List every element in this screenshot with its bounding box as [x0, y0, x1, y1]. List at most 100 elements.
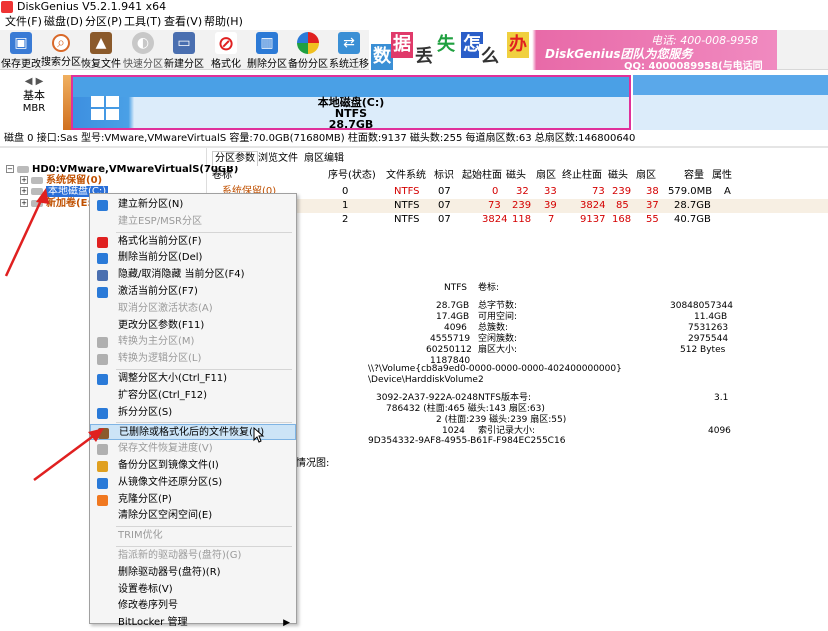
- col-header[interactable]: 终止柱面: [562, 169, 602, 183]
- collapse-icon[interactable]: −: [6, 165, 14, 173]
- format-icon: [97, 236, 108, 248]
- tree-item-new-volume-e[interactable]: + 新加卷(E:): [20, 198, 96, 210]
- menu-item-label: 调整分区大小(Ctrl_F11): [118, 373, 228, 384]
- detail-sector-size: 512 Bytes: [680, 345, 726, 355]
- expand-icon[interactable]: +: [20, 176, 28, 184]
- menu-file[interactable]: 文件(F): [5, 14, 42, 30]
- window-title: DiskGenius V5.2.1.941 x64: [17, 0, 167, 13]
- disk-icon: [17, 165, 29, 173]
- partition-block-c[interactable]: 本地磁盘(C:) NTFS 28.7GB: [71, 75, 631, 130]
- detail-guid: 9D354332-9AF8-4955-B61F-F984EC255C16: [368, 436, 566, 446]
- new-partition-button[interactable]: ▭ 新建分区: [164, 31, 204, 70]
- partition-block-system-reserved[interactable]: [63, 75, 71, 130]
- menu-item-label: 指派新的驱动器号(盘符)(G): [118, 550, 242, 561]
- partition-c-size: 28.7GB: [328, 118, 374, 131]
- menu-item-label: 取消分区激活状态(A): [118, 302, 213, 314]
- expand-icon[interactable]: +: [20, 187, 28, 195]
- disk-nav-arrows[interactable]: ◀ ▶: [14, 76, 54, 87]
- banner-char: 办: [507, 32, 529, 58]
- cell-start-head: 239: [512, 200, 532, 211]
- menu-item[interactable]: 激活当前分区(F7): [90, 284, 296, 300]
- search-partition-button[interactable]: ⌕ 搜索分区: [41, 31, 81, 69]
- format-icon: ⊘: [215, 32, 237, 54]
- banner-qq: QQ: 4000089958(与电话同号): [624, 61, 763, 70]
- menu-item-label: 修改卷序列号: [118, 600, 178, 612]
- menu-item[interactable]: 备份分区到镜像文件(I): [90, 458, 296, 474]
- table-row[interactable]: 1 NTFS 07 73 239 39 3824 85 37 28.7GB: [210, 199, 828, 213]
- cell-end-head: 168: [612, 214, 632, 225]
- menu-item[interactable]: BitLocker 管理 ▶: [90, 615, 296, 631]
- menu-item-label: 建立新分区(N): [118, 199, 184, 210]
- col-header[interactable]: 卷标: [212, 169, 232, 183]
- menu-item-label: 已删除或格式化后的文件恢复(U): [119, 427, 265, 439]
- menu-item[interactable]: 删除当前分区(Del): [90, 250, 296, 266]
- detail-volume-label: 卷标:: [478, 283, 500, 293]
- col-header[interactable]: 扇区: [636, 169, 656, 183]
- cell-end-head: 85: [616, 200, 629, 211]
- col-header[interactable]: 属性: [712, 169, 732, 183]
- detail-ntfs-version: 3.1: [714, 393, 729, 403]
- menu-partition[interactable]: 分区(P): [85, 14, 122, 30]
- table-row[interactable]: 系统保留(0) 0 NTFS 07 0 32 33 73 239 38 579.…: [210, 185, 828, 199]
- mouse-cursor-icon: [253, 427, 265, 443]
- cell-start-sector: 7: [548, 214, 555, 225]
- menu-item[interactable]: 删除驱动器号(盘符)(R): [90, 565, 296, 581]
- menu-item[interactable]: 格式化当前分区(F): [90, 234, 296, 250]
- menu-tools[interactable]: 工具(T): [124, 14, 161, 30]
- menu-item-label: 格式化当前分区(F): [118, 235, 202, 247]
- tree-disk-label: HD0:VMware,VMwareVirtualS(70GB): [32, 164, 239, 175]
- menu-item[interactable]: 隐藏/取消隐藏 当前分区(F4): [90, 267, 296, 283]
- menu-item[interactable]: 修改卷序列号: [90, 598, 296, 614]
- menu-item[interactable]: 建立新分区(N): [90, 197, 296, 213]
- col-header[interactable]: 磁头: [608, 169, 628, 183]
- context-menu: 建立新分区(N) 建立ESP/MSR分区 格式化当前分区(F) 删除当前分区(Del)…: [89, 193, 297, 628]
- tab-browse-files[interactable]: 浏览文件: [258, 152, 298, 166]
- menu-disk[interactable]: 磁盘(D): [44, 14, 83, 30]
- quick-partition-button[interactable]: ◐ 快速分区: [123, 31, 163, 70]
- cell-end-sector: 38: [646, 186, 659, 197]
- menu-help[interactable]: 帮助(H): [204, 14, 243, 30]
- tab-sector-edit[interactable]: 扇区编辑: [304, 152, 344, 166]
- activate-icon: [97, 287, 108, 298]
- menu-item[interactable]: 设置卷标(V): [90, 582, 296, 598]
- col-header[interactable]: 起始柱面: [462, 169, 502, 183]
- recover-icon: [98, 428, 109, 440]
- menu-item[interactable]: 扩容分区(Ctrl_F12): [90, 388, 296, 404]
- ad-banner[interactable]: 数 据 丢 失 怎 么 办 DiskGenius团队为您服务 电话: 400-0…: [369, 30, 777, 70]
- recover-files-button[interactable]: ▲ 恢复文件: [81, 31, 121, 70]
- col-header[interactable]: 文件系统: [386, 169, 426, 183]
- backup-icon: [297, 32, 319, 54]
- system-migration-button[interactable]: ⇄ 系统迁移: [329, 31, 369, 70]
- menu-item[interactable]: 调整分区大小(Ctrl_F11): [90, 371, 296, 387]
- format-button[interactable]: ⊘ 格式化: [207, 31, 245, 70]
- col-header[interactable]: 序号(状态): [328, 169, 376, 183]
- col-header[interactable]: 标识: [434, 169, 454, 183]
- backup-icon: [97, 461, 108, 472]
- menu-view[interactable]: 查看(V): [164, 14, 202, 30]
- table-row[interactable]: 2 NTFS 07 3824 118 7 9137 168 55 40.7GB: [210, 213, 828, 227]
- search-icon: ⌕: [52, 34, 70, 52]
- col-header[interactable]: 扇区: [536, 169, 556, 183]
- col-header[interactable]: 磁头: [506, 169, 526, 183]
- partition-block-e[interactable]: [633, 75, 828, 130]
- banner-char: 么: [479, 44, 501, 70]
- menu-item[interactable]: 从镜像文件还原分区(S): [90, 475, 296, 491]
- menu-item[interactable]: 拆分分区(S): [90, 405, 296, 421]
- menu-item[interactable]: 已删除或格式化后的文件恢复(U): [90, 424, 296, 441]
- menu-item-label: BitLocker 管理: [118, 617, 188, 629]
- delete-partition-button[interactable]: ▥ 删除分区: [247, 31, 287, 70]
- cell-start-head: 118: [512, 214, 532, 225]
- save-changes-button[interactable]: ▣ 保存更改: [1, 31, 41, 70]
- cell-num: 2: [342, 214, 349, 225]
- cell-capacity: 579.0MB: [668, 186, 713, 197]
- menu-item[interactable]: 清除分区空闲空间(E): [90, 508, 296, 524]
- backup-partition-button[interactable]: 备份分区: [288, 31, 328, 70]
- delete-icon: [97, 253, 108, 265]
- col-header[interactable]: 容量: [684, 169, 704, 183]
- expand-icon[interactable]: +: [20, 199, 28, 207]
- menu-item[interactable]: 克隆分区(P): [90, 492, 296, 508]
- tab-partition-params[interactable]: 分区参数: [212, 151, 258, 166]
- cell-end-cyl: 3824: [580, 200, 606, 211]
- menu-item: 转换为逻辑分区(L): [90, 351, 296, 367]
- menu-item[interactable]: 更改分区参数(F11): [90, 318, 296, 334]
